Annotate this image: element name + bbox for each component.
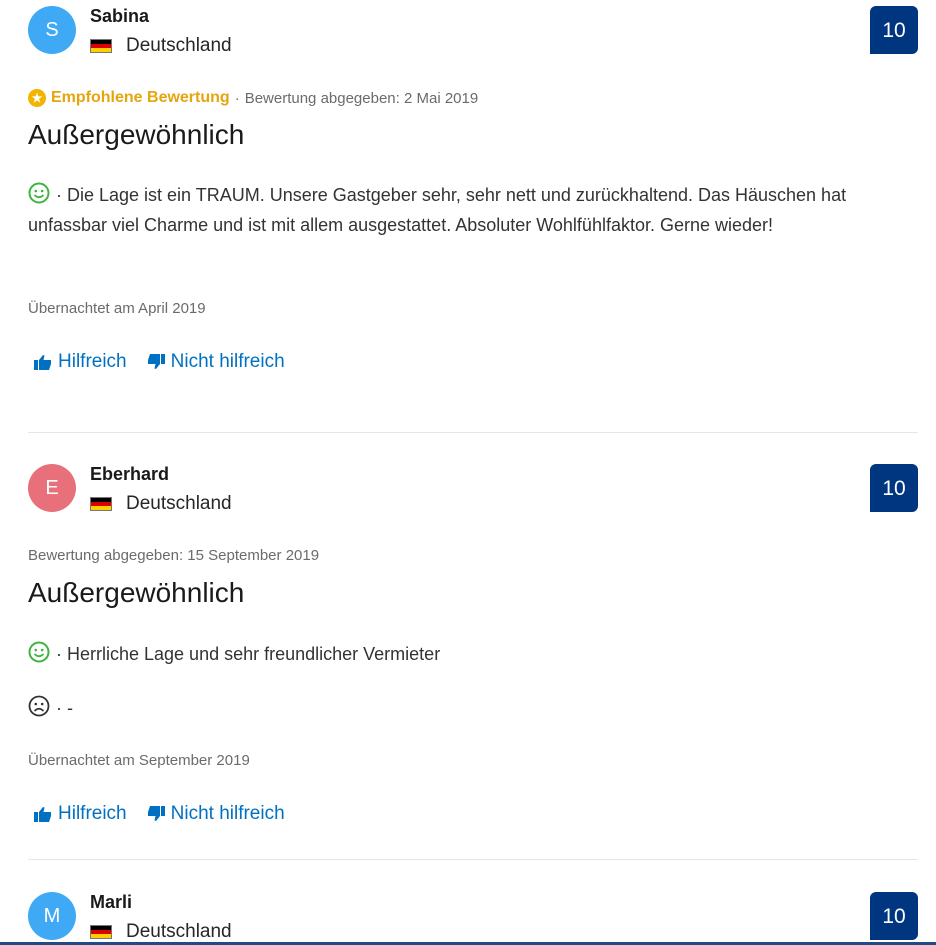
germany-flag-icon bbox=[90, 497, 112, 511]
not-helpful-button[interactable]: Nicht hilfreich bbox=[147, 351, 285, 373]
germany-flag-icon bbox=[90, 925, 112, 939]
helpful-button[interactable]: Hilfreich bbox=[34, 803, 127, 825]
negative-text-content: · - bbox=[56, 698, 73, 718]
not-helpful-label: Nicht hilfreich bbox=[170, 803, 285, 824]
meta-separator: · bbox=[234, 89, 240, 107]
review-date: Bewertung abgegeben: 15 September 2019 bbox=[28, 547, 320, 564]
negative-text: · - bbox=[28, 693, 908, 723]
star-badge-icon: ★ bbox=[28, 89, 46, 107]
helpful-label: Hilfreich bbox=[58, 351, 127, 372]
review-card: S Sabina Deutschland 10 ★ Empfohlene Bew… bbox=[28, 0, 918, 430]
thumbs-up-icon bbox=[34, 355, 51, 370]
not-helpful-label: Nicht hilfreich bbox=[170, 351, 285, 372]
smiley-happy-icon bbox=[28, 182, 50, 204]
score-badge: 10 bbox=[870, 892, 918, 940]
vote-bar: Hilfreich Nicht hilfreich bbox=[34, 351, 305, 373]
review-meta: Bewertung abgegeben: 15 September 2019 bbox=[28, 547, 319, 564]
score-badge: 10 bbox=[870, 6, 918, 54]
positive-text-content: · Herrliche Lage und sehr freundlicher V… bbox=[56, 644, 441, 664]
smiley-sad-icon bbox=[28, 695, 50, 717]
thumbs-up-icon bbox=[34, 807, 51, 822]
review-title: Außergewöhnlich bbox=[28, 119, 245, 150]
not-helpful-button[interactable]: Nicht hilfreich bbox=[147, 803, 285, 825]
review-meta: ★ Empfohlene Bewertung · Bewertung abgeg… bbox=[28, 89, 478, 107]
avatar: S bbox=[28, 6, 76, 54]
reviewer-name: Sabina bbox=[90, 6, 150, 26]
reviewer-country: Deutschland bbox=[90, 493, 232, 515]
positive-text: · Die Lage ist ein TRAUM. Unsere Gastgeb… bbox=[28, 180, 908, 240]
review-divider bbox=[28, 432, 918, 433]
country-label: Deutschland bbox=[126, 921, 232, 942]
positive-text: · Herrliche Lage und sehr freundlicher V… bbox=[28, 639, 908, 669]
thumbs-down-icon bbox=[147, 806, 165, 821]
stayed-date: Übernachtet am April 2019 bbox=[28, 300, 206, 317]
helpful-button[interactable]: Hilfreich bbox=[34, 351, 127, 373]
vote-bar: Hilfreich Nicht hilfreich bbox=[34, 803, 305, 825]
reviewer-country: Deutschland bbox=[90, 35, 232, 57]
smiley-happy-icon bbox=[28, 641, 50, 663]
avatar: E bbox=[28, 464, 76, 512]
reviewer-name: Eberhard bbox=[90, 464, 170, 484]
positive-text-content: · Die Lage ist ein TRAUM. Unsere Gastgeb… bbox=[28, 185, 847, 235]
recommended-text: Empfohlene Bewertung bbox=[51, 89, 230, 106]
germany-flag-icon bbox=[90, 39, 112, 53]
stayed-date: Übernachtet am September 2019 bbox=[28, 752, 250, 769]
recommended-label: ★ Empfohlene Bewertung bbox=[28, 89, 230, 107]
reviewer-name: Marli bbox=[90, 892, 133, 912]
country-label: Deutschland bbox=[126, 493, 232, 514]
helpful-label: Hilfreich bbox=[58, 803, 127, 824]
country-label: Deutschland bbox=[126, 35, 232, 56]
review-card: M Marli Deutschland 10 bbox=[28, 886, 918, 942]
review-divider bbox=[28, 859, 918, 860]
review-title: Außergewöhnlich bbox=[28, 577, 245, 608]
reviewer-country: Deutschland bbox=[90, 921, 232, 942]
review-date: Bewertung abgegeben: 2 Mai 2019 bbox=[244, 89, 479, 107]
review-card: E Eberhard Deutschland 10 Bewertung abge… bbox=[28, 458, 918, 858]
thumbs-down-icon bbox=[147, 354, 165, 369]
avatar: M bbox=[28, 892, 76, 940]
score-badge: 10 bbox=[870, 464, 918, 512]
